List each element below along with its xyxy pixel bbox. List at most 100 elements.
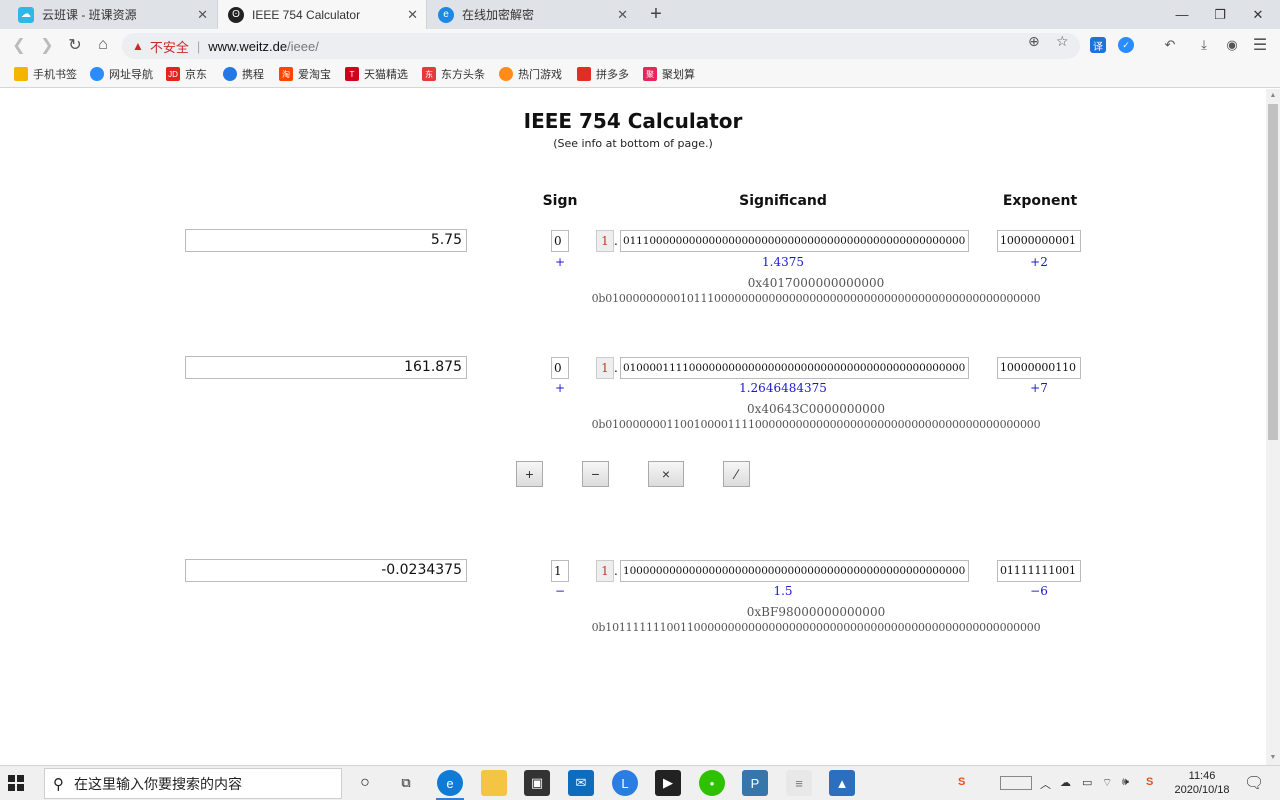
add-button[interactable]: + bbox=[516, 461, 543, 487]
cortana-icon[interactable]: ○ bbox=[352, 770, 378, 796]
cloud-icon[interactable]: ☁ bbox=[1060, 776, 1071, 789]
multiply-button[interactable]: × bbox=[648, 461, 684, 487]
app-l-icon[interactable]: L bbox=[612, 770, 638, 796]
exponent-result[interactable]: 01111111001 bbox=[997, 560, 1081, 582]
decimal-result[interactable]: -0.0234375 bbox=[185, 559, 467, 582]
close-icon[interactable]: ✕ bbox=[407, 7, 418, 23]
exponent-input-1[interactable]: 10000000001 bbox=[997, 230, 1081, 252]
sign-bit-input-1[interactable]: 0 bbox=[551, 230, 569, 252]
ime-icon[interactable]: S bbox=[1146, 776, 1153, 788]
juhuasuan-icon: 聚 bbox=[643, 67, 657, 81]
hex-value-1: 0x4017000000000000 bbox=[747, 276, 885, 290]
scroll-down-arrow-icon[interactable]: ▼ bbox=[1266, 751, 1280, 765]
chevron-up-icon[interactable]: ︿ bbox=[1040, 776, 1051, 792]
bookmark-item[interactable]: T 天猫精选 bbox=[345, 66, 408, 82]
tab-crypto[interactable]: e 在线加密解密 ✕ bbox=[428, 0, 636, 29]
security-label[interactable]: 不安全 bbox=[150, 37, 189, 56]
exponent-input-2[interactable]: 10000000110 bbox=[997, 357, 1081, 379]
url-host: www.weitz.de bbox=[208, 38, 288, 54]
mail-icon[interactable]: ✉ bbox=[568, 770, 594, 796]
battery-icon[interactable] bbox=[1000, 776, 1032, 790]
undo-icon[interactable]: ↶ bbox=[1160, 35, 1180, 55]
scroll-up-arrow-icon[interactable]: ▲ bbox=[1266, 89, 1280, 103]
subtract-button[interactable]: − bbox=[582, 461, 609, 487]
translate-icon[interactable]: 译 bbox=[1090, 37, 1106, 53]
bookmark-item[interactable]: 聚 聚划算 bbox=[643, 66, 695, 82]
menu-icon[interactable]: ☰ bbox=[1250, 35, 1270, 55]
significand-header: Significand bbox=[739, 193, 827, 209]
scrollbar-thumb[interactable] bbox=[1268, 104, 1278, 440]
store-icon[interactable]: ▣ bbox=[524, 770, 550, 796]
zoom-icon[interactable]: ⊕ bbox=[1028, 33, 1040, 50]
reload-button[interactable]: ↻ bbox=[64, 34, 86, 56]
mantissa-input-1[interactable]: 0111000000000000000000000000000000000000… bbox=[620, 230, 969, 252]
task-view-icon[interactable]: ⧉ bbox=[393, 770, 419, 796]
volume-icon[interactable]: 🕪 bbox=[1122, 776, 1129, 789]
media-icon[interactable]: ▶ bbox=[655, 770, 681, 796]
mantissa-input-2[interactable]: 0100001111000000000000000000000000000000… bbox=[620, 357, 969, 379]
globe-icon: e bbox=[438, 6, 454, 23]
bookmark-item[interactable]: 东 东方头条 bbox=[422, 66, 485, 82]
file-explorer-icon[interactable] bbox=[481, 770, 507, 796]
edge-icon[interactable]: e bbox=[437, 770, 463, 796]
bookmark-item[interactable]: JD 京东 bbox=[166, 66, 207, 82]
extension-icon[interactable]: ✓ bbox=[1118, 37, 1134, 53]
clock[interactable]: 11:46 2020/10/18 bbox=[1168, 769, 1236, 797]
bookmark-label: 天猫精选 bbox=[364, 69, 408, 81]
sogou-tray-icon[interactable]: S bbox=[958, 776, 965, 788]
taskbar-search-input[interactable]: ⚲ 在这里输入你要搜索的内容 bbox=[44, 768, 342, 799]
binary-value-result: 0b10111111100110000000000000000000000000… bbox=[591, 621, 1041, 634]
close-icon[interactable]: ✕ bbox=[617, 7, 628, 23]
cloud-class-icon: ☁ bbox=[18, 6, 34, 23]
sign-bit-result[interactable]: 1 bbox=[551, 560, 569, 582]
clock-date: 2020/10/18 bbox=[1174, 784, 1230, 796]
new-tab-button[interactable]: + bbox=[646, 3, 666, 26]
implicit-bit-1: 1 bbox=[596, 230, 614, 252]
hex-value-2: 0x40643C0000000000 bbox=[746, 402, 886, 416]
bookmark-label: 网址导航 bbox=[109, 69, 153, 81]
bookmark-label: 热门游戏 bbox=[518, 69, 562, 81]
binary-point-result: . bbox=[614, 564, 618, 578]
sign-symbol-1: + bbox=[554, 255, 566, 269]
nav-icon bbox=[90, 67, 104, 81]
wifi-icon[interactable]: ⌔ bbox=[1102, 776, 1112, 790]
windows-start-icon[interactable] bbox=[8, 775, 24, 791]
python-icon[interactable]: P bbox=[742, 770, 768, 796]
close-icon[interactable]: ✕ bbox=[197, 7, 208, 23]
notepad-icon[interactable]: ≡ bbox=[786, 770, 812, 796]
back-button[interactable]: ❮ bbox=[8, 34, 30, 56]
bookmark-item[interactable]: 携程 bbox=[223, 66, 264, 82]
network-icon[interactable]: ▭ bbox=[1082, 776, 1092, 789]
tab-ieee-calculator[interactable]: ʘ IEEE 754 Calculator ✕ bbox=[217, 0, 427, 29]
significand-value-result: 1.5 bbox=[773, 584, 793, 598]
close-window-button[interactable]: ✕ bbox=[1240, 0, 1276, 29]
minimize-button[interactable]: — bbox=[1164, 0, 1200, 29]
bookmark-label: 拼多多 bbox=[596, 69, 629, 81]
download-icon[interactable]: ⤓ bbox=[1194, 35, 1214, 55]
photos-icon[interactable]: ▲ bbox=[829, 770, 855, 796]
tab-title: 在线加密解密 bbox=[462, 8, 535, 22]
favorite-star-icon[interactable]: ☆ bbox=[1056, 33, 1069, 50]
mantissa-result[interactable]: 1000000000000000000000000000000000000000… bbox=[620, 560, 969, 582]
bookmark-item[interactable]: 手机书签 bbox=[14, 66, 77, 82]
home-button[interactable]: ⌂ bbox=[92, 34, 114, 56]
restore-button[interactable]: ❐ bbox=[1202, 0, 1238, 29]
forward-button[interactable]: ❯ bbox=[36, 34, 58, 56]
taskbar: ⚲ 在这里输入你要搜索的内容 ○ ⧉ e ▣ ✉ L ▶ • P ≡ ▲ S ︿… bbox=[0, 765, 1280, 800]
decimal-input-1[interactable]: 5.75 bbox=[185, 229, 467, 252]
wechat-icon[interactable]: • bbox=[699, 770, 725, 796]
bookmark-item[interactable]: 淘 爱淘宝 bbox=[279, 66, 331, 82]
bookmark-label: 京东 bbox=[185, 69, 207, 81]
bookmark-label: 爱淘宝 bbox=[298, 69, 331, 81]
bookmark-item[interactable]: 网址导航 bbox=[90, 66, 153, 82]
profile-icon[interactable]: ◉ bbox=[1222, 35, 1242, 55]
url-input[interactable]: ▲ 不安全 | www.weitz.de /ieee/ bbox=[122, 33, 1080, 59]
tab-yunbanke[interactable]: ☁ 云班课 - 班课资源 ✕ bbox=[8, 0, 216, 29]
bookmark-item[interactable]: 热门游戏 bbox=[499, 66, 562, 82]
bookmark-item[interactable]: 拼多多 bbox=[577, 66, 629, 82]
decimal-input-2[interactable]: 161.875 bbox=[185, 356, 467, 379]
notifications-icon[interactable]: 🗨 bbox=[1244, 773, 1264, 793]
divide-button[interactable]: ∕ bbox=[723, 461, 750, 487]
sign-bit-input-2[interactable]: 0 bbox=[551, 357, 569, 379]
aitaobao-icon: 淘 bbox=[279, 67, 293, 81]
